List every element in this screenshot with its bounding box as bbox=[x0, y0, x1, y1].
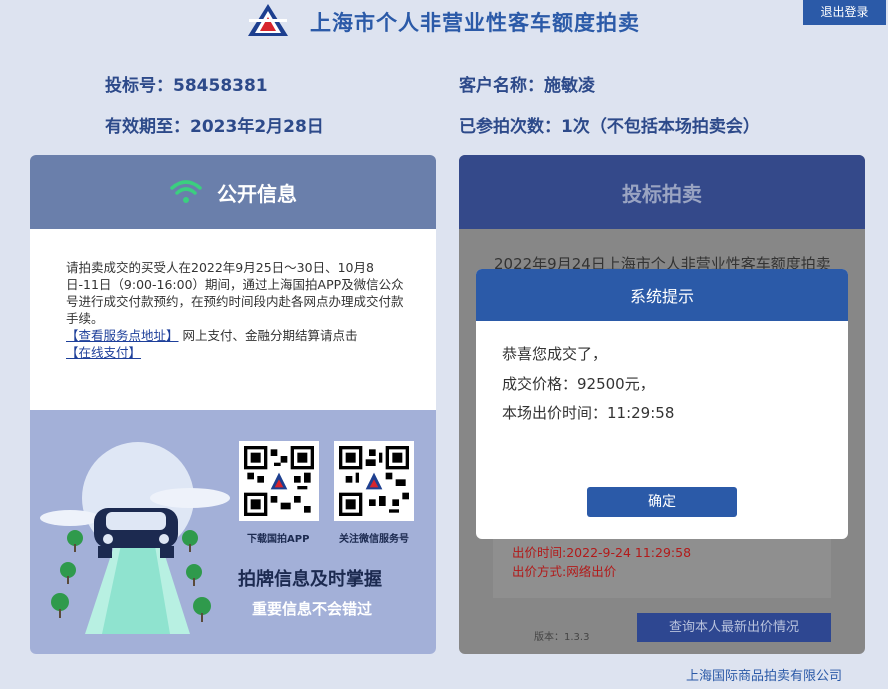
public-info-header: 公开信息 bbox=[30, 155, 436, 229]
notice-text-2: 网上支付、金融分期结算请点击 bbox=[182, 328, 358, 343]
public-info-panel: 公开信息 请拍卖成交的买受人在2022年9月25日～30日、10月8日-11日（… bbox=[30, 155, 436, 654]
logo-icon bbox=[248, 4, 288, 36]
customer-name: 客户名称：施敏凌 bbox=[459, 76, 595, 96]
dialog-message-line1: 恭喜您成交了， bbox=[502, 345, 608, 363]
promo-banner: 下载国拍APP 关注微信服务号 拍牌信息及时掌握 重要信息不会错过 bbox=[30, 410, 436, 654]
notice-text: 请拍卖成交的买受人在2022年9月25日～30日、10月8日-11日（9:00-… bbox=[66, 260, 404, 326]
dialog-bid-time: 本场出价时间：11:29:58 bbox=[502, 404, 675, 422]
site-title: 上海市个人非营业性客车额度拍卖 bbox=[310, 11, 640, 35]
service-address-link[interactable]: 【查看服务点地址】 bbox=[66, 328, 179, 343]
confirm-button[interactable]: 确定 bbox=[587, 487, 737, 517]
dialog-price: 成交价格：92500元， bbox=[502, 375, 655, 393]
car-road-illustration bbox=[40, 442, 230, 634]
system-alert-dialog: 系统提示 恭喜您成交了， 成交价格：92500元， 本场出价时间：11:29:5… bbox=[476, 269, 848, 539]
query-latest-bid-button[interactable]: 查询本人最新出价情况 bbox=[637, 613, 831, 642]
app-qr-code bbox=[239, 441, 319, 521]
wechat-qr-code bbox=[334, 441, 414, 521]
dialog-title: 系统提示 bbox=[476, 269, 848, 321]
qr-code-icon bbox=[339, 446, 409, 516]
bidding-title: 投标拍卖 bbox=[622, 181, 702, 206]
online-pay-link[interactable]: 【在线支付】 bbox=[66, 345, 141, 360]
valid-until: 有效期至：2023年2月28日 bbox=[105, 117, 324, 137]
promo-subtitle: 重要信息不会错过 bbox=[252, 600, 373, 618]
public-info-title: 公开信息 bbox=[217, 181, 297, 206]
app-qr-caption: 下载国拍APP bbox=[247, 534, 310, 545]
bid-record-box: 出价时间:2022-9-24 11:29:58 出价方式:网络出价 bbox=[493, 530, 831, 598]
header: 上海市个人非营业性客车额度拍卖 退出登录 bbox=[0, 0, 888, 48]
logout-button[interactable]: 退出登录 bbox=[803, 0, 886, 25]
promo-title: 拍牌信息及时掌握 bbox=[238, 569, 382, 590]
notice: 请拍卖成交的买受人在2022年9月25日～30日、10月8日-11日（9:00-… bbox=[30, 229, 436, 410]
company-name: 上海国际商品拍卖有限公司 bbox=[686, 669, 843, 684]
bid-time: 出价时间:2022-9-24 11:29:58 bbox=[512, 545, 692, 560]
bidding-header: 投标拍卖 bbox=[459, 155, 865, 229]
wifi-icon bbox=[170, 180, 202, 203]
wechat-qr-caption: 关注微信服务号 bbox=[339, 534, 409, 545]
bid-number: 投标号：58458381 bbox=[105, 76, 268, 96]
qr-code-icon bbox=[244, 446, 314, 516]
bid-method: 出价方式:网络出价 bbox=[512, 564, 617, 579]
auction-count: 已参拍次数：1次（不包括本场拍卖会） bbox=[459, 117, 760, 137]
version-label: 版本：1.3.3 bbox=[534, 632, 590, 643]
